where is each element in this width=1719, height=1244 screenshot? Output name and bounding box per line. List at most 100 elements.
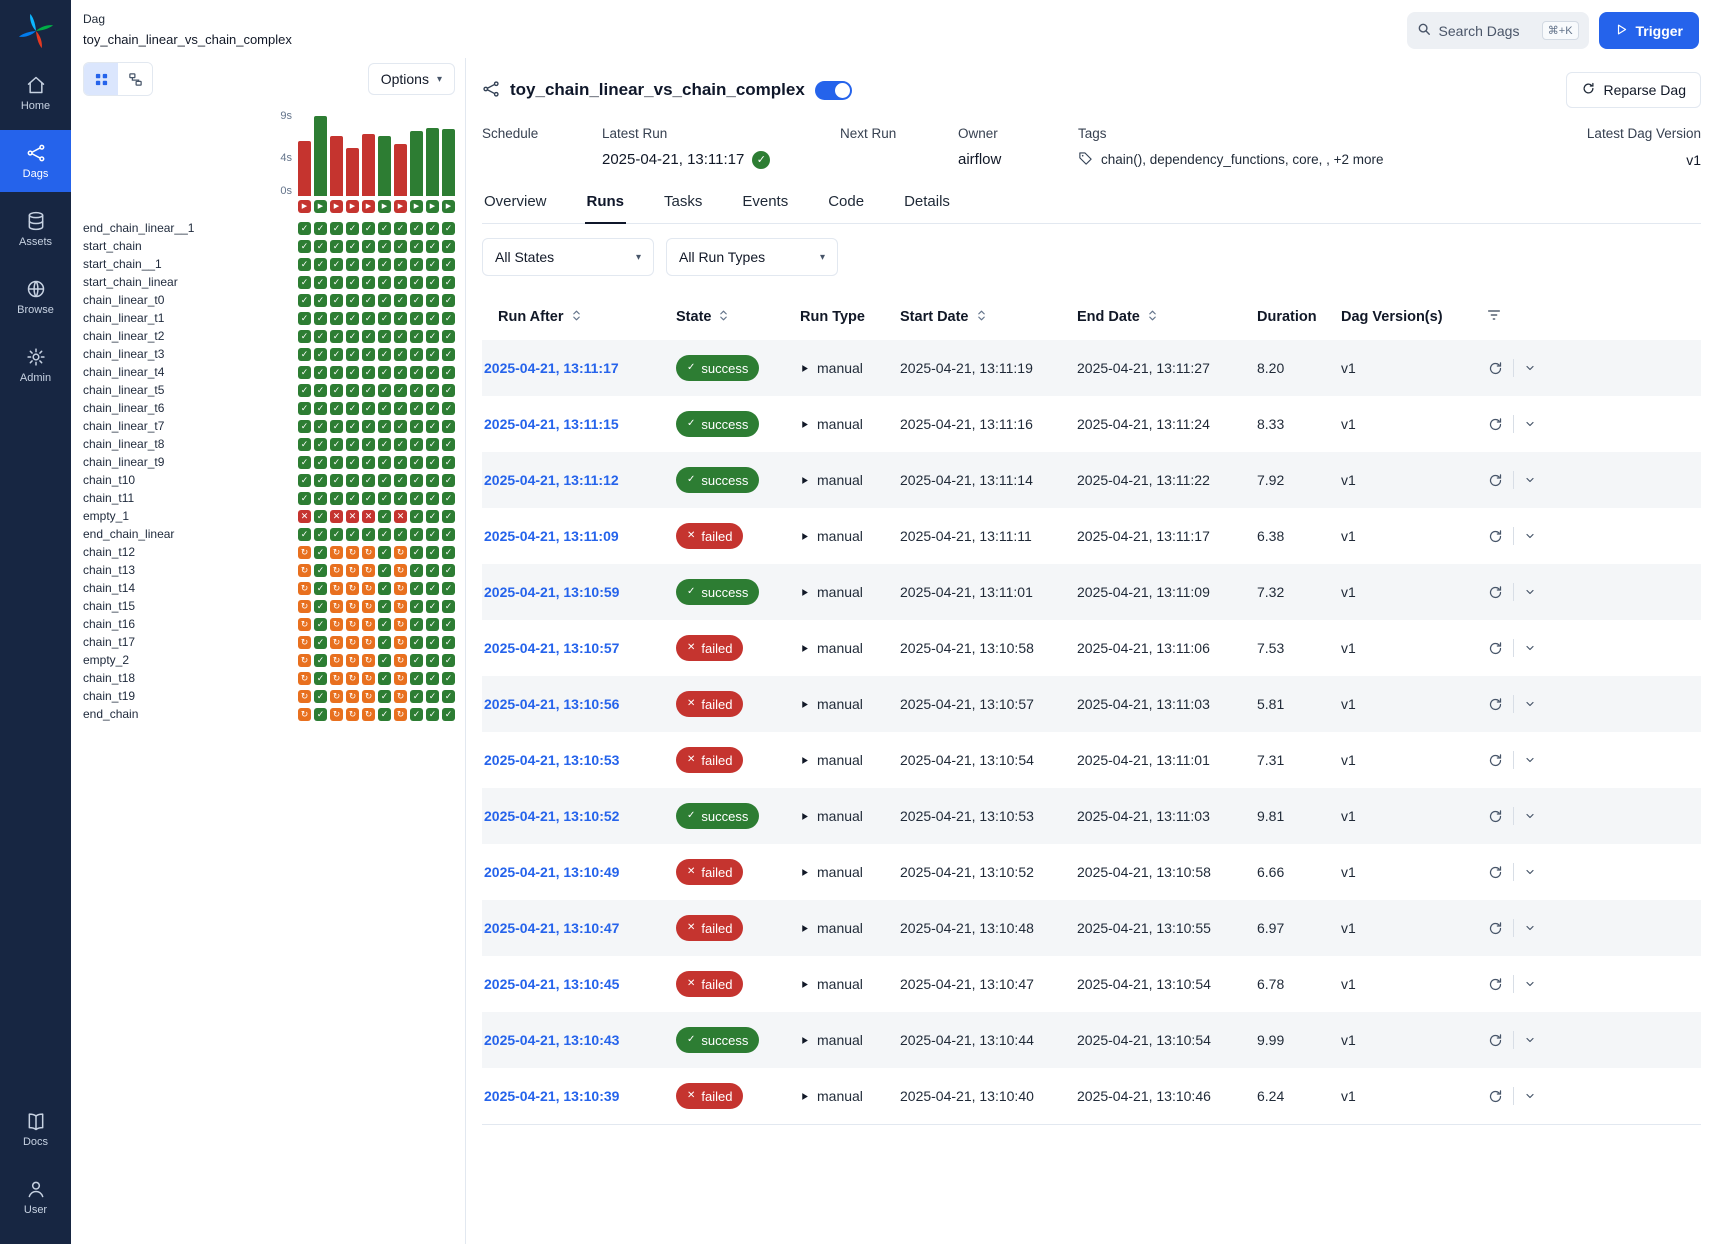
task-instance-upstream_failed[interactable]: ↻ [362,654,375,667]
task-instance-success[interactable]: ✓ [442,240,455,253]
task-instance-success[interactable]: ✓ [346,384,359,397]
run-type-manual-icon[interactable]: ▶ [442,200,455,213]
task-instance-failed[interactable]: ✕ [362,510,375,523]
task-instance-upstream_failed[interactable]: ↻ [394,672,407,685]
task-instance-success[interactable]: ✓ [410,276,423,289]
task-instance-success[interactable]: ✓ [426,438,439,451]
row-menu-chevron[interactable] [1522,1088,1538,1104]
task-instance-success[interactable]: ✓ [442,708,455,721]
task-instance-success[interactable]: ✓ [346,402,359,415]
task-instance-success[interactable]: ✓ [410,672,423,685]
task-instance-success[interactable]: ✓ [378,618,391,631]
task-name[interactable]: chain_linear_t8 [83,437,298,451]
run-after-link[interactable]: 2025-04-21, 13:11:15 [484,416,676,432]
filter-icon[interactable] [1486,307,1502,327]
run-duration-bar[interactable] [298,141,311,196]
task-instance-success[interactable]: ✓ [330,222,343,235]
task-instance-success[interactable]: ✓ [346,420,359,433]
task-instance-upstream_failed[interactable]: ↻ [394,690,407,703]
task-instance-success[interactable]: ✓ [426,510,439,523]
row-menu-chevron[interactable] [1522,808,1538,824]
task-instance-success[interactable]: ✓ [362,258,375,271]
task-instance-upstream_failed[interactable]: ↻ [362,708,375,721]
task-instance-success[interactable]: ✓ [426,708,439,721]
task-instance-success[interactable]: ✓ [442,420,455,433]
run-duration-bar[interactable] [330,136,343,196]
column-header-state[interactable]: State [676,309,800,326]
tab-details[interactable]: Details [902,183,952,224]
task-instance-success[interactable]: ✓ [378,258,391,271]
tab-overview[interactable]: Overview [482,183,549,224]
run-type-filter-select[interactable]: All Run Types ▾ [666,238,838,276]
clear-run-button[interactable] [1486,1087,1505,1106]
task-instance-success[interactable]: ✓ [378,690,391,703]
run-after-link[interactable]: 2025-04-21, 13:10:43 [484,1032,676,1048]
row-menu-chevron[interactable] [1522,864,1538,880]
task-instance-success[interactable]: ✓ [362,330,375,343]
run-after-link[interactable]: 2025-04-21, 13:10:59 [484,584,676,600]
task-instance-success[interactable]: ✓ [410,420,423,433]
row-menu-chevron[interactable] [1522,696,1538,712]
task-instance-success[interactable]: ✓ [410,240,423,253]
task-instance-success[interactable]: ✓ [442,222,455,235]
task-instance-success[interactable]: ✓ [314,402,327,415]
task-instance-success[interactable]: ✓ [426,402,439,415]
task-instance-success[interactable]: ✓ [442,348,455,361]
task-instance-upstream_failed[interactable]: ↻ [346,564,359,577]
task-instance-success[interactable]: ✓ [378,222,391,235]
task-instance-success[interactable]: ✓ [394,420,407,433]
task-instance-upstream_failed[interactable]: ↻ [298,600,311,613]
task-instance-success[interactable]: ✓ [298,294,311,307]
run-type-manual-icon[interactable]: ▶ [426,200,439,213]
task-instance-upstream_failed[interactable]: ↻ [330,654,343,667]
task-instance-upstream_failed[interactable]: ↻ [298,636,311,649]
task-instance-upstream_failed[interactable]: ↻ [346,690,359,703]
task-instance-success[interactable]: ✓ [426,564,439,577]
task-name[interactable]: chain_linear_t6 [83,401,298,415]
run-duration-bar[interactable] [410,131,423,196]
task-instance-success[interactable]: ✓ [314,528,327,541]
run-duration-bar[interactable] [378,136,391,196]
task-instance-success[interactable]: ✓ [442,564,455,577]
task-instance-success[interactable]: ✓ [410,564,423,577]
task-instance-success[interactable]: ✓ [298,384,311,397]
row-menu-chevron[interactable] [1522,640,1538,656]
task-instance-success[interactable]: ✓ [426,600,439,613]
run-duration-bar[interactable] [362,134,375,196]
task-instance-success[interactable]: ✓ [442,294,455,307]
run-after-link[interactable]: 2025-04-21, 13:10:45 [484,976,676,992]
task-instance-success[interactable]: ✓ [410,492,423,505]
task-instance-success[interactable]: ✓ [346,348,359,361]
task-instance-success[interactable]: ✓ [426,636,439,649]
task-instance-success[interactable]: ✓ [378,510,391,523]
task-instance-upstream_failed[interactable]: ↻ [394,618,407,631]
task-instance-success[interactable]: ✓ [442,582,455,595]
task-instance-success[interactable]: ✓ [330,240,343,253]
task-instance-upstream_failed[interactable]: ↻ [346,636,359,649]
task-name[interactable]: empty_2 [83,653,298,667]
task-name[interactable]: chain_linear_t5 [83,383,298,397]
task-instance-success[interactable]: ✓ [330,258,343,271]
task-name[interactable]: start_chain [83,239,298,253]
task-instance-success[interactable]: ✓ [410,600,423,613]
run-type-manual-icon[interactable]: ▶ [330,200,343,213]
task-instance-success[interactable]: ✓ [298,420,311,433]
task-instance-upstream_failed[interactable]: ↻ [394,654,407,667]
task-instance-success[interactable]: ✓ [362,222,375,235]
task-instance-success[interactable]: ✓ [378,438,391,451]
task-instance-failed[interactable]: ✕ [346,510,359,523]
task-instance-success[interactable]: ✓ [378,636,391,649]
task-instance-success[interactable]: ✓ [426,312,439,325]
task-instance-success[interactable]: ✓ [394,348,407,361]
task-instance-upstream_failed[interactable]: ↻ [362,600,375,613]
task-instance-success[interactable]: ✓ [442,384,455,397]
task-instance-success[interactable]: ✓ [346,474,359,487]
task-instance-success[interactable]: ✓ [442,654,455,667]
task-instance-success[interactable]: ✓ [426,384,439,397]
task-instance-success[interactable]: ✓ [442,546,455,559]
clear-run-button[interactable] [1486,359,1505,378]
run-after-link[interactable]: 2025-04-21, 13:11:12 [484,472,676,488]
task-instance-success[interactable]: ✓ [314,492,327,505]
row-menu-chevron[interactable] [1522,920,1538,936]
task-instance-success[interactable]: ✓ [442,312,455,325]
